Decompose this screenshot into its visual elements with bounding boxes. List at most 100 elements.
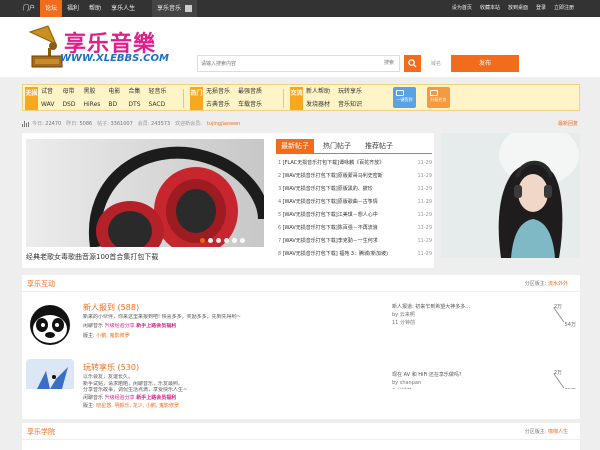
forum-row: 新人报到 (588) 新来的小伙伴，你来这里来报到吧! 快喜多多，奖励多多，先到… [26,299,576,357]
desktop-link[interactable]: 放到桌面 [504,0,532,17]
category-links: 试音 母带 黑胶 电影 合集 轻音乐 WAV DSD HiRes BD DTS … [41,87,167,110]
post-item[interactable]: 8 [WAV无损音乐打包下载] 福苑 3：腾城(新加坡) 11-29 [278,248,432,261]
task-icon [430,90,438,96]
calendar-icon [396,90,404,96]
nav-portal[interactable]: 门户 [18,0,40,17]
nav-life[interactable]: 享乐人生 [106,0,140,17]
slider-caption[interactable]: 经典老歌女毒歌曲音源100首合集打包下载 [26,250,264,264]
moderator-link[interactable]: 流水外外 [548,281,568,287]
sign-in-button[interactable]: 一键签到 [393,87,416,108]
site-logo[interactable]: 享乐音樂 WWW.XLEBBS.COM [26,22,176,70]
set-homepage-link[interactable]: 设为首页 [448,0,476,17]
category-link[interactable]: 新人帮助 [306,87,330,97]
slider-dots [200,238,245,243]
moderator-link[interactable]: 咖咖人生 [548,429,568,435]
forum-tags: 闲聊音乐 升级经验分享 新手上路会员福利 [83,395,177,401]
slider-image[interactable] [26,139,264,247]
site-header: 享乐音樂 WWW.XLEBBS.COM 搜索 域名 发布 [0,17,600,77]
category-lossless: 无损 试音 母带 黑胶 电影 合集 轻音乐 WAV DSD HiRes BD D… [25,87,175,110]
post-list: 1 [FLAC无损音乐打包下载]谭咏麟《百花齐放》 11-29 2 [WAV无损音… [278,157,432,261]
category-link[interactable]: 电影 [108,87,120,97]
slider-dot[interactable] [208,238,213,243]
forum-extra: 分享音乐故事，调侃生活点滴，享受快乐人生~ 闲聊音乐 升级经验分享 新手上路会员… [22,387,580,419]
post-item[interactable]: 2 [WAV无损音乐打包下载]原版蒙哥马利史密斯 11-29 [278,170,432,183]
category-link[interactable]: DTS [128,100,140,110]
category-link[interactable]: 合集 [128,87,140,97]
section-header: 享乐学院 分区版主: 咖咖人生 [22,423,580,440]
last-post-time: 11 分钟前 [392,320,415,326]
slider-dot[interactable] [224,238,229,243]
new-member-link[interactable]: tujingjiaowen [207,118,241,130]
headphones-image [26,139,264,247]
tab-recommended-posts[interactable]: 推荐帖子 [360,139,398,153]
category-link[interactable]: 轻音乐 [149,87,167,97]
moderator-link[interactable]: 晓星悠, 明颜乐, 龙少, 小鹅, 鬼影修罗 [96,403,179,409]
post-item[interactable]: 5 [WAV无损音乐打包下载]江美琪－想人心中 11-29 [278,209,432,222]
forum-description: 新来的小伙伴，你来这里来报到吧! 快喜多多，奖励多多，先到先得哟~ [83,314,241,320]
post-item[interactable]: 4 [WAV无损音乐打包下载]原版歌曲－古筝情 11-29 [278,196,432,209]
post-item[interactable]: 7 [WAV无损音乐打包下载]李克勤－一生何求 11-29 [278,235,432,248]
stat-today: 今日: 22470 [32,121,62,127]
tab-hot-posts[interactable]: 热门帖子 [318,139,356,153]
category-link[interactable]: 音乐知识 [338,100,362,110]
category-link[interactable]: WAV [41,100,54,110]
search-button[interactable] [404,55,421,72]
app-download-link[interactable]: 享乐音乐 [152,0,198,17]
slider-dot[interactable] [216,238,221,243]
forum-icon-panda[interactable] [26,299,74,347]
stats-bar: 今日: 22470 昨日: 5086 帖子: 3361007 会员: 24357… [22,118,580,130]
category-link[interactable]: SACD [149,100,167,110]
nav-help[interactable]: 帮助 [84,0,106,17]
slider-dot[interactable] [232,238,237,243]
app-label: 享乐音乐 [157,5,182,12]
forum-moderators: 版主: 小鹅, 鬼影修罗 [83,333,130,339]
panda-icon [26,299,74,347]
post-count: 54万 [564,322,576,328]
category-link[interactable]: HiRes [84,100,101,110]
bookmark-link[interactable]: 收藏本站 [476,0,504,17]
post-item[interactable]: 6 [WAV无损音乐打包下载]陈百强－不再流浪 11-29 [278,222,432,235]
tab-latest-posts[interactable]: 最新帖子 [276,139,314,153]
category-link[interactable]: 车载音乐 [238,100,262,110]
post-item[interactable]: 3 [WAV无损音乐打包下载]原版黑豹、披珍 11-29 [278,183,432,196]
forum-name[interactable]: 新人报到 (588) [83,302,139,313]
search-type-select[interactable]: 搜索 [381,57,397,70]
ad-image[interactable] [441,133,580,258]
nav-welfare[interactable]: 福利 [62,0,84,17]
search-box [197,55,400,72]
post-button[interactable]: 发布 [451,55,519,72]
slider-dot[interactable] [200,238,205,243]
last-post-author[interactable]: by 云来啊 [392,311,470,319]
category-link[interactable]: BD [108,100,120,110]
category-link[interactable]: 发烧器材 [306,100,330,110]
category-link[interactable]: 玩转享乐 [338,87,362,97]
last-post-title[interactable]: 新人报道: 初来乍到希望大神多多... [392,303,470,311]
section-title[interactable]: 享乐互动 [27,279,55,289]
task-button[interactable]: 升级任务 [427,87,450,108]
category-links: 新人帮助 玩转享乐 发烧器材 音乐知识 [306,87,362,110]
search-input[interactable] [201,58,371,69]
search-icon [408,59,417,68]
category-link[interactable]: 母带 [62,87,75,97]
forum-description: 分享音乐故事，调侃生活点滴，享受快乐人生~ [83,387,188,393]
register-link[interactable]: 立即注册 [550,0,578,17]
category-link[interactable]: 试音 [41,87,54,97]
welcome-text: 欢迎新会员: [175,121,202,127]
post-item[interactable]: 1 [FLAC无损音乐打包下载]谭咏麟《百花齐放》 11-29 [278,157,432,170]
slider-dot[interactable] [240,238,245,243]
stat-members: 会员: 243573 [137,121,171,127]
category-link[interactable]: 黑胶 [84,87,101,97]
latest-replies-link[interactable]: 最新回复 [558,118,578,130]
forum-name[interactable]: 玩转享乐 (530) [83,362,139,373]
top-nav-bar: 门户 论坛 福利 帮助 享乐人生 享乐音乐 设为首页 收藏本站 放到桌面 登录 … [0,0,600,17]
category-link[interactable]: 最强音质 [238,87,262,97]
category-link[interactable]: 无损音乐 [206,87,230,97]
category-link[interactable]: 古典音乐 [206,100,230,110]
moderator-link[interactable]: 小鹅, 鬼影修罗 [96,333,129,339]
post-tabs: 最新帖子 热门帖子 推荐帖子 [276,139,398,153]
category-link[interactable]: DSD [62,100,75,110]
nav-forum[interactable]: 论坛 [40,0,63,17]
login-link[interactable]: 登录 [532,0,550,17]
category-hot: 热门 无损音乐 最强音质 古典音乐 车载音乐 [190,87,290,110]
section-title[interactable]: 享乐学院 [27,427,55,437]
